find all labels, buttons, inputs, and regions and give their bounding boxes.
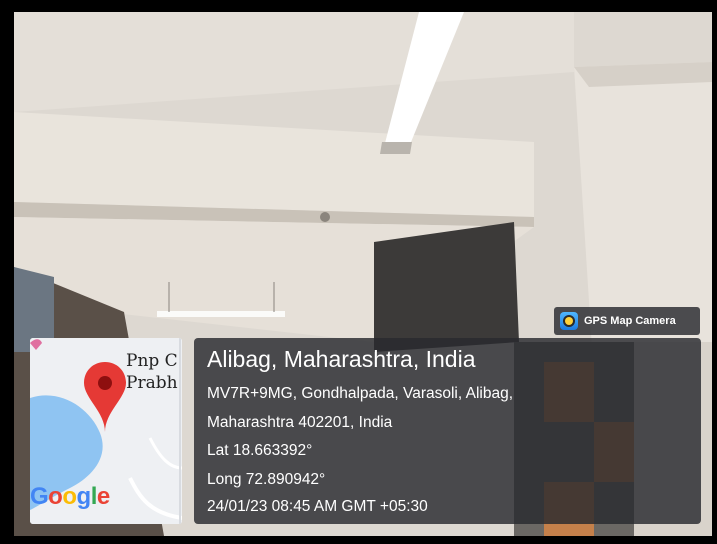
map-place-label-2: Prabh: [126, 373, 178, 393]
gps-map-camera-badge: GPS Map Camera: [554, 307, 700, 335]
map-thumbnail: Pnp C Prabh Google: [30, 338, 182, 524]
map-place-label-1: Pnp C: [126, 351, 178, 371]
google-logo: Google: [30, 483, 110, 510]
app-name: GPS Map Camera: [584, 315, 676, 327]
address-line-2: Maharashtra 402201, India: [207, 414, 393, 431]
longitude: Long 72.890942°: [207, 471, 326, 488]
timestamp: 24/01/23 08:45 AM GMT +05:30: [207, 498, 428, 515]
location-title: Alibag, Maharashtra, India: [207, 346, 476, 372]
map-pin-icon: [84, 362, 126, 432]
address-line-1: MV7R+9MG, Gondhalpada, Varasoli, Alibag,: [207, 385, 514, 402]
latitude: Lat 18.663392°: [207, 442, 313, 459]
gps-map-camera-icon: [560, 312, 578, 330]
location-panel: Alibag, Maharashtra, India MV7R+9MG, Gon…: [194, 338, 701, 524]
